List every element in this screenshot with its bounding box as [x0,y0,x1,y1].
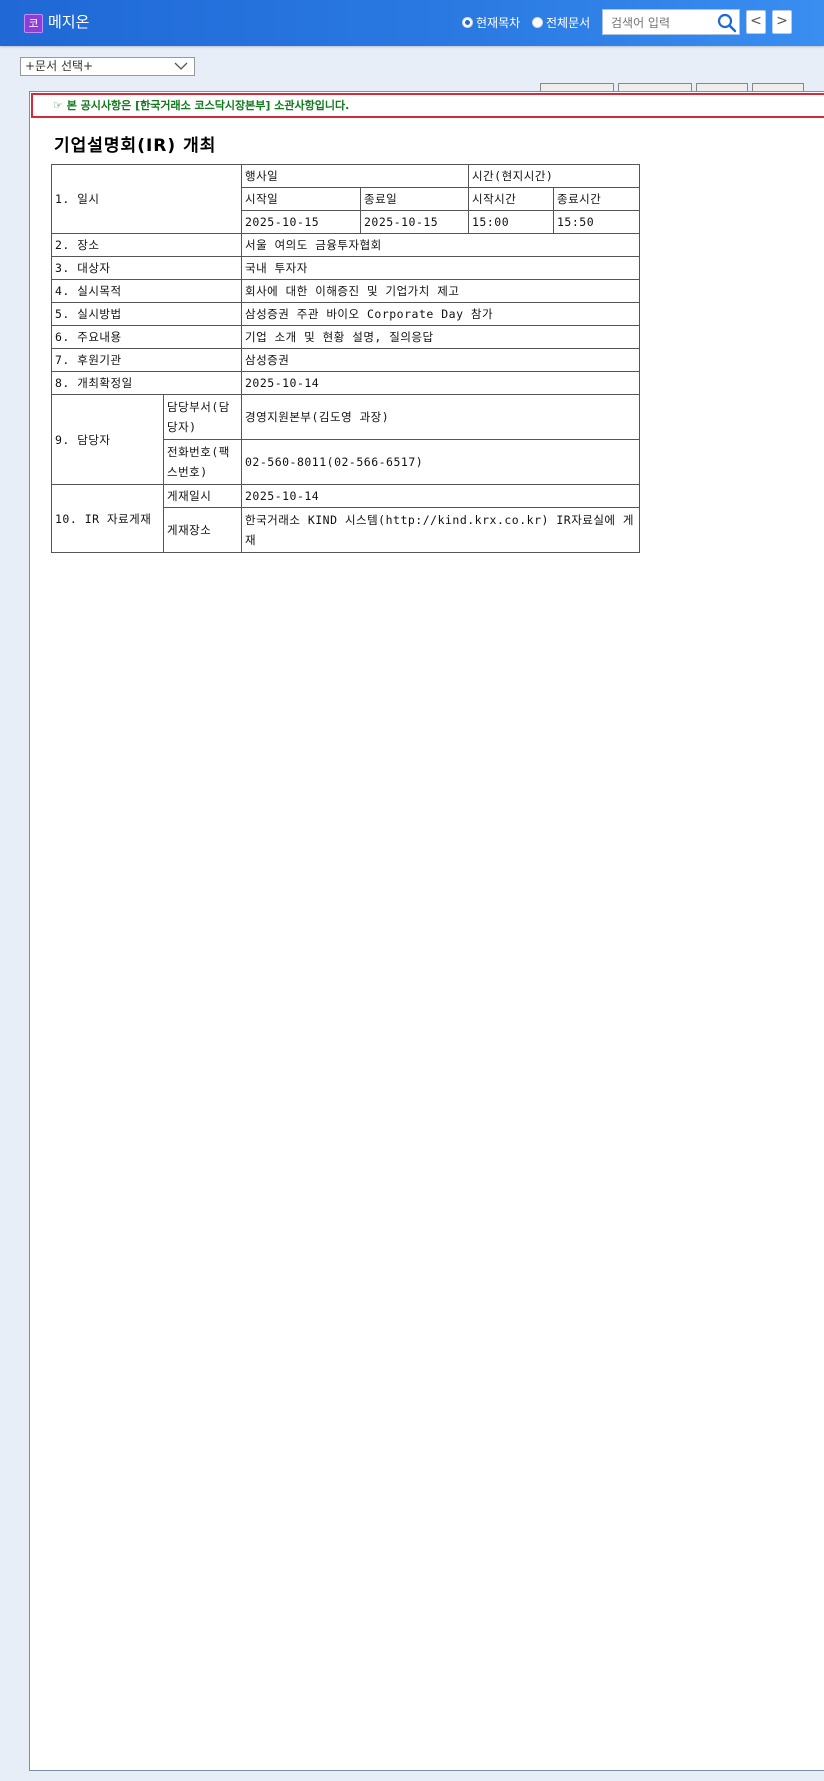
event-day-header: 행사일 [241,164,469,188]
row7-label: 7. 후원기관 [51,348,242,372]
row2-value: 서울 여의도 금융투자협회 [241,233,640,257]
table-row: 2. 장소 서울 여의도 금융투자협회 [51,233,640,257]
document-select[interactable]: +문서 선택+ [20,57,195,76]
row1-label: 1. 일시 [51,164,242,234]
row3-label: 3. 대상자 [51,256,242,280]
table-row: 7. 후원기관 삼성증권 [51,348,640,372]
table-row: 6. 주요내용 기업 소개 및 현황 설명, 질의응답 [51,325,640,349]
radio-current-label: 현재목차 [476,16,521,30]
search-input[interactable] [609,13,713,33]
top-bar: 코 메지온 현재목차 전체문서 < > [0,0,824,46]
row6-value: 기업 소개 및 현황 설명, 질의응답 [241,325,640,349]
notice-banner: ☞ 본 공시사항은 [한국거래소 코스닥시장본부] 소관사항입니다. [31,93,824,118]
row6-label: 6. 주요내용 [51,325,242,349]
row9-sub1-label: 담당부서(담당자) [163,394,242,440]
document-title: 기업설명회(IR) 개최 [54,136,217,156]
row10-sub1-value: 2025-10-14 [241,484,640,508]
table-row: 4. 실시목적 회사에 대한 이해증진 및 기업가치 제고 [51,279,640,303]
row9-label: 9. 담당자 [51,394,164,485]
row10-sub2-label: 게재장소 [163,507,242,553]
radio-all-docs[interactable]: 전체문서 [532,14,590,31]
end-date-value: 2025-10-15 [360,210,469,234]
row9-sub2-label: 전화번호(팩스번호) [163,439,242,485]
ir-table: 1. 일시 행사일 시간(현지시간) 시작일 종료일 시작시간 종료시간 202… [51,164,640,553]
table-row: 3. 대상자 국내 투자자 [51,256,640,280]
chevron-down-icon [174,60,188,77]
start-date-value: 2025-10-15 [241,210,361,234]
row9-sub2-value: 02-560-8011(02-566-6517) [241,439,640,485]
row5-value: 삼성증권 주관 바이오 Corporate Day 참가 [241,302,640,326]
end-time-header: 종료시간 [553,187,640,211]
row2-label: 2. 장소 [51,233,242,257]
table-row: 5. 실시방법 삼성증권 주관 바이오 Corporate Day 참가 [51,302,640,326]
start-time-value: 15:00 [468,210,554,234]
start-time-header: 시작시간 [468,187,554,211]
table-row: 8. 개최확정일 2025-10-14 [51,371,640,395]
end-time-value: 15:50 [553,210,640,234]
row3-value: 국내 투자자 [241,256,640,280]
table-row: 10. IR 자료게재 게재일시 2025-10-14 [51,484,640,553]
row4-label: 4. 실시목적 [51,279,242,303]
next-button[interactable]: > [772,10,792,34]
search-box [602,9,740,35]
row8-label: 8. 개최확정일 [51,371,242,395]
end-day-header: 종료일 [360,187,469,211]
table-row: 9. 담당자 담당부서(담당자) 경영지원본부(김도영 과장) [51,394,640,485]
row7-value: 삼성증권 [241,348,640,372]
row10-label: 10. IR 자료게재 [51,484,164,553]
company-badge: 코 [24,14,43,33]
start-day-header: 시작일 [241,187,361,211]
row5-label: 5. 실시방법 [51,302,242,326]
search-icon[interactable] [717,13,737,33]
row10-sub2-value: 한국거래소 KIND 시스템(http://kind.krx.co.kr) IR… [241,507,640,553]
table-row: 1. 일시 행사일 시간(현지시간) [51,164,640,234]
radio-current-toc[interactable]: 현재목차 [462,14,520,31]
document-select-label: +문서 선택+ [25,59,94,73]
row8-value: 2025-10-14 [241,371,640,395]
radio-current-icon[interactable] [462,17,473,28]
time-local-header: 시간(현지시간) [468,164,640,188]
company-name: 메지온 [48,13,90,31]
pointing-hand-icon: ☞ [53,99,67,112]
row4-value: 회사에 대한 이해증진 및 기업가치 제고 [241,279,640,303]
prev-button[interactable]: < [746,10,766,34]
row9-sub1-value: 경영지원본부(김도영 과장) [241,394,640,440]
radio-all-icon[interactable] [532,17,543,28]
notice-text: 본 공시사항은 [한국거래소 코스닥시장본부] 소관사항입니다. [66,99,350,112]
radio-all-label: 전체문서 [546,16,591,30]
row10-sub1-label: 게재일시 [163,484,242,508]
